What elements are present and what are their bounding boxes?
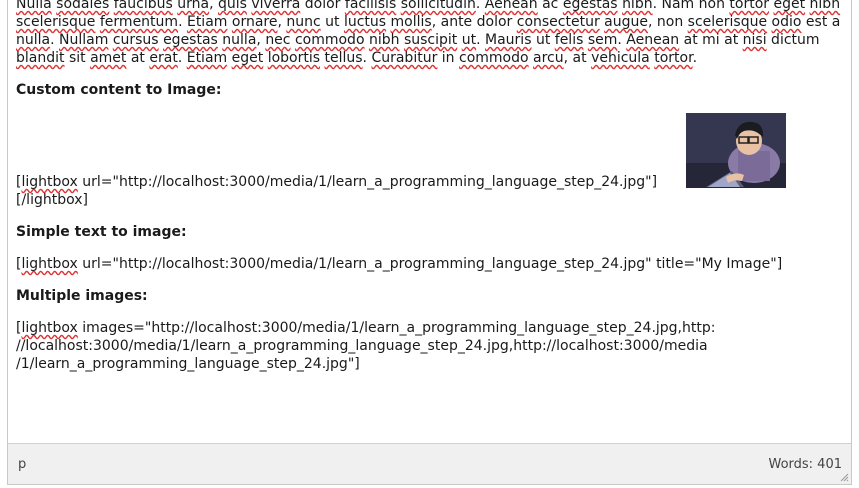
misspelled-word: facilisis bbox=[344, 0, 397, 12]
text-segment: . bbox=[177, 50, 187, 66]
text-segment: , non bbox=[648, 14, 688, 30]
text-segment: . bbox=[692, 50, 698, 66]
misspelled-word: eget bbox=[773, 0, 806, 12]
misspelled-word: amet bbox=[90, 50, 127, 66]
text-segment: . bbox=[475, 0, 485, 12]
text-segment: ut bbox=[531, 32, 555, 48]
misspelled-word: consectetur bbox=[516, 14, 600, 30]
text-segment: est a bbox=[801, 14, 841, 30]
misspelled-word: nisi bbox=[742, 32, 767, 48]
text-segment: ac bbox=[537, 0, 563, 12]
misspelled-word: Etiam bbox=[186, 14, 228, 30]
misspelled-word: lobortis bbox=[267, 50, 321, 66]
misspelled-word: ornare bbox=[231, 14, 278, 30]
resize-handle-icon[interactable] bbox=[839, 472, 849, 482]
programmer-thumbnail-image[interactable] bbox=[686, 113, 786, 188]
misspelled-word: nibh bbox=[809, 0, 841, 12]
misspelled-word: vehicula bbox=[591, 50, 650, 66]
misspelled-word: nec bbox=[265, 32, 291, 48]
text-segment: . Nam non bbox=[652, 0, 730, 12]
misspelled-word: erat bbox=[149, 50, 178, 66]
misspelled-word: tortor bbox=[729, 0, 770, 12]
misspelled-word: faucibus bbox=[113, 0, 173, 12]
shortcode-tag: lightbox bbox=[21, 256, 78, 272]
misspelled-word: fermentum bbox=[99, 14, 179, 30]
misspelled-word: cursus bbox=[112, 32, 159, 48]
text-segment: , ante dolor bbox=[431, 14, 517, 30]
text-segment: sit bbox=[64, 50, 91, 66]
text-segment: . bbox=[476, 32, 486, 48]
misspelled-word: nibh bbox=[622, 0, 653, 12]
misspelled-word: urna bbox=[177, 0, 210, 12]
simple-text-shortcode-line[interactable]: [lightbox url="http://localhost:3000/med… bbox=[16, 255, 782, 273]
misspelled-word: tellus bbox=[324, 50, 363, 66]
misspelled-word: blandit bbox=[16, 50, 65, 66]
misspelled-word: tortor bbox=[654, 50, 693, 66]
misspelled-word: ut bbox=[461, 32, 477, 48]
misspelled-word: mollis bbox=[390, 14, 432, 30]
intro-paragraph[interactable]: Nulla sodales faucibus urna, quis viverr… bbox=[16, 0, 846, 67]
misspelled-word: nulla bbox=[222, 32, 257, 48]
misspelled-word: Etiam bbox=[186, 50, 228, 66]
programmer-illustration bbox=[686, 113, 786, 188]
text-segment: at mi at bbox=[679, 32, 743, 48]
misspelled-word: scelerisque bbox=[16, 14, 96, 30]
misspelled-word: nibh bbox=[368, 32, 400, 48]
element-path[interactable]: p bbox=[18, 457, 26, 472]
custom-content-closing-tag[interactable]: [/lightbox] bbox=[16, 191, 88, 209]
editor-statusbar: p Words: 401 bbox=[8, 443, 851, 484]
misspelled-word: Nullam bbox=[59, 32, 109, 48]
misspelled-word: augue bbox=[604, 14, 648, 30]
shortcode-tag: lightbox bbox=[21, 320, 78, 336]
editor-content-area[interactable]: Nulla sodales faucibus urna, quis viverr… bbox=[16, 0, 846, 443]
text-segment: . bbox=[178, 14, 187, 30]
misspelled-word: egestas bbox=[562, 0, 618, 12]
heading-multiple-images: Multiple images: bbox=[16, 288, 148, 304]
text-segment: in bbox=[437, 50, 460, 66]
text-segment: ut bbox=[320, 14, 344, 30]
text-segment: dolor bbox=[300, 0, 345, 12]
misspelled-word: commodo bbox=[459, 50, 529, 66]
misspelled-word: Aenean bbox=[484, 0, 538, 12]
text-segment: . bbox=[617, 32, 627, 48]
misspelled-word: quis bbox=[217, 0, 247, 12]
multiple-images-shortcode-line-1[interactable]: [lightbox images="http://localhost:3000/… bbox=[16, 319, 715, 337]
multiple-images-shortcode-line-2[interactable]: //localhost:3000/media/1/learn_a_program… bbox=[16, 337, 708, 355]
text-segment: , bbox=[256, 32, 266, 48]
misspelled-word: felis bbox=[554, 32, 584, 48]
misspelled-word: eget bbox=[231, 50, 264, 66]
misspelled-word: Mauris bbox=[485, 32, 532, 48]
shortcode-url: url="http://localhost:3000/media/1/learn… bbox=[77, 174, 658, 190]
misspelled-word: Aenean bbox=[626, 32, 680, 48]
text-segment: . bbox=[50, 32, 60, 48]
misspelled-word: sollicitudin bbox=[400, 0, 476, 12]
rich-text-editor: Nulla sodales faucibus urna, quis viverr… bbox=[7, 0, 852, 485]
multiple-images-shortcode-line-3[interactable]: /1/learn_a_programming_language_step_24.… bbox=[16, 355, 360, 373]
text-segment: at bbox=[126, 50, 150, 66]
misspelled-word: nulla bbox=[16, 32, 51, 48]
shortcode-tag: lightbox bbox=[21, 174, 78, 190]
misspelled-word: suscipit bbox=[403, 32, 458, 48]
misspelled-word: luctus bbox=[343, 14, 387, 30]
misspelled-word: odio bbox=[771, 14, 802, 30]
shortcode-images: images="http://localhost:3000/media/1/le… bbox=[77, 320, 716, 336]
misspelled-word: sodales bbox=[56, 0, 110, 12]
misspelled-word: nunc bbox=[286, 14, 321, 30]
misspelled-word: arcu bbox=[533, 50, 564, 66]
misspelled-word: scelerisque bbox=[687, 14, 768, 30]
misspelled-word: egestas bbox=[163, 32, 218, 48]
custom-content-shortcode-line[interactable]: [lightbox url="http://localhost:3000/med… bbox=[16, 173, 657, 191]
misspelled-word: viverra bbox=[251, 0, 301, 12]
misspelled-word: Curabitur bbox=[371, 50, 438, 66]
misspelled-word: commodo bbox=[294, 32, 365, 48]
heading-simple-text: Simple text to image: bbox=[16, 224, 187, 240]
misspelled-word: sem bbox=[587, 32, 618, 48]
text-segment: , bbox=[209, 0, 218, 12]
heading-custom-content: Custom content to Image: bbox=[16, 82, 222, 98]
shortcode-url: url="http://localhost:3000/media/1/learn… bbox=[77, 256, 783, 272]
text-segment: dictum bbox=[766, 32, 820, 48]
text-segment: , at bbox=[563, 50, 592, 66]
misspelled-word: Nulla bbox=[16, 0, 52, 12]
word-count: Words: 401 bbox=[768, 457, 842, 472]
